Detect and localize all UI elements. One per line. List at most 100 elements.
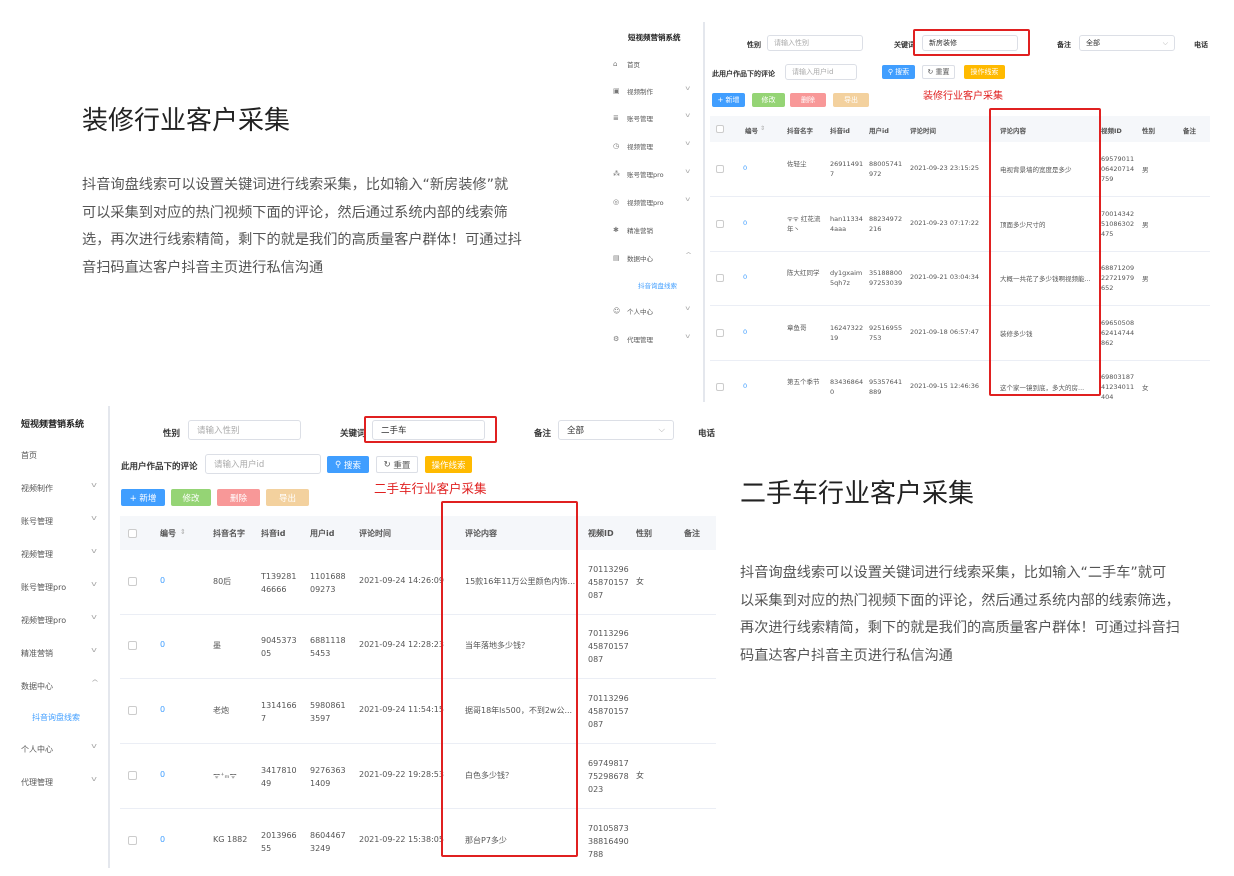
sitemap-icon: ⁂ xyxy=(613,170,620,178)
sidebar: 短视频营销系统 首页 视频制作 v 账号管理 v 视频管理 v 账号管理pro v 视频管理pro… xyxy=(14,406,110,868)
nav-label: 代理管理 xyxy=(627,336,653,344)
row-checkbox[interactable] xyxy=(716,383,724,391)
cell-uid: 59808613597 xyxy=(310,701,346,723)
chevron-down-icon: v xyxy=(91,646,97,654)
export-button[interactable]: 导出 xyxy=(266,489,309,506)
note-select-value: 全部 xyxy=(1086,39,1100,47)
chevron-down-icon: ⌵ xyxy=(1162,38,1168,47)
note-select-value: 全部 xyxy=(567,426,585,436)
row-checkbox[interactable] xyxy=(716,220,724,228)
nav-item-8[interactable]: 抖音询盘线索 xyxy=(32,712,80,723)
cell-uid: 95357641889 xyxy=(869,378,903,396)
edit-button[interactable]: 修改 xyxy=(171,489,211,506)
row-checkbox[interactable] xyxy=(128,706,137,715)
nav-item-10[interactable]: 代理管理 xyxy=(21,777,53,788)
search-button[interactable]: ⚲ 搜索 xyxy=(327,456,369,473)
row-checkbox[interactable] xyxy=(128,641,137,650)
row-checkbox[interactable] xyxy=(716,165,724,173)
cell-name: 80后 xyxy=(213,577,232,586)
row-checkbox[interactable] xyxy=(716,329,724,337)
add-button[interactable]: + 新增 xyxy=(712,93,745,107)
search-button[interactable]: ⚲ 搜索 xyxy=(882,65,915,79)
nav-item-5[interactable]: 视频管理pro xyxy=(21,615,66,626)
reset-button[interactable]: ↻ 重置 xyxy=(376,456,418,473)
sort-icon[interactable]: ⇕ xyxy=(180,528,186,536)
note-label: 备注 xyxy=(1057,41,1071,49)
select-all-checkbox[interactable] xyxy=(128,529,137,538)
nav-item-0[interactable]: ⌂ 首页 xyxy=(613,58,703,70)
user-id-input[interactable]: 请输入用户id xyxy=(785,64,857,80)
cell-num: 0 xyxy=(743,382,748,390)
reset-button[interactable]: ↻ 重置 xyxy=(922,65,955,79)
cell-video-id: 7011329645870157087 xyxy=(588,629,629,664)
row-checkbox[interactable] xyxy=(128,771,137,780)
cell-num: 0 xyxy=(743,328,748,336)
cell-video-id: 7010587338816490788 xyxy=(588,824,629,859)
screenshot-used-car: 短视频营销系统 首页 视频制作 v 账号管理 v 视频管理 v 账号管理pro v 视频管理pro… xyxy=(14,406,716,868)
cell-gender: 女 xyxy=(636,771,644,780)
row-divider xyxy=(120,614,716,615)
sort-icon[interactable]: ⇕ xyxy=(760,125,765,132)
nav-item-4[interactable]: 账号管理pro xyxy=(21,582,66,593)
column-header-3: 用户id xyxy=(869,127,889,135)
cell-gender: 男 xyxy=(1142,275,1149,283)
chevron-down-icon: v xyxy=(91,514,97,522)
column-header-4: 评论时间 xyxy=(359,529,391,538)
row-checkbox[interactable] xyxy=(716,274,724,282)
phone-label: 电话 xyxy=(698,429,716,439)
reset-icon: ↻ xyxy=(383,459,394,470)
user-works-label: 此用户作品下的评论 xyxy=(712,70,775,78)
nav-item-0[interactable]: 首页 xyxy=(21,450,37,461)
note-select[interactable]: 全部 ⌵ xyxy=(558,420,674,440)
screenshot-renovation: 短视频营销系统 ⌂ 首页 ▣ 视频制作 v ≣ 账号管理 v ◷ 视频管理 v ⁂ 账号管理pro v ◎ 视… xyxy=(604,22,1210,402)
column-header-3: 用户id xyxy=(310,529,335,538)
reset-button-label: 重置 xyxy=(935,68,950,76)
gender-input[interactable]: 请输入性别 xyxy=(767,35,863,51)
chevron-down-icon: v xyxy=(685,196,691,203)
nav-item-8[interactable]: 抖音询盘线索 xyxy=(638,280,677,290)
nav-label: 精准营销 xyxy=(627,227,653,235)
row-checkbox[interactable] xyxy=(128,577,137,586)
cell-uid: 86044673249 xyxy=(310,831,346,853)
column-header-7: 性别 xyxy=(636,529,652,538)
row-checkbox[interactable] xyxy=(128,836,137,845)
nav-item-6[interactable]: ✱ 精准营销 xyxy=(613,224,703,236)
nav-item-6[interactable]: 精准营销 xyxy=(21,648,53,659)
annotation-label: 二手车行业客户采集 xyxy=(374,481,487,496)
cell-name: 老炮 xyxy=(213,706,229,715)
nav-label: 个人中心 xyxy=(627,308,653,316)
nav-label: 首页 xyxy=(627,61,640,69)
user-id-input[interactable]: 请输入用户id xyxy=(205,454,321,474)
target-icon: ◎ xyxy=(613,198,620,206)
search-button-label: 搜索 xyxy=(895,68,910,76)
export-leads-button[interactable]: 操作线索 xyxy=(964,65,1005,79)
list-icon: ≣ xyxy=(613,114,619,122)
gender-input[interactable]: 请输入性别 xyxy=(188,420,301,440)
nav-item-7[interactable]: 数据中心 xyxy=(21,681,53,692)
nav-item-2[interactable]: 账号管理 xyxy=(21,516,53,527)
cell-dyid: dy1gxaim5qh7z xyxy=(830,269,863,287)
nav-item-3[interactable]: 视频管理 xyxy=(21,549,53,560)
cell-video-id: 6887120922721979652 xyxy=(1101,264,1135,292)
chevron-down-icon: v xyxy=(91,547,97,555)
select-all-checkbox[interactable] xyxy=(716,125,724,133)
cell-name: 墨 xyxy=(213,641,221,650)
nav-item-1[interactable]: 视频制作 xyxy=(21,483,53,494)
export-leads-button[interactable]: 操作线索 xyxy=(425,456,472,473)
cell-video-id: 6980318741234011404 xyxy=(1101,373,1135,401)
cell-dyid: 201396655 xyxy=(261,831,297,853)
column-header-8: 备注 xyxy=(1183,127,1196,135)
export-button[interactable]: 导出 xyxy=(833,93,869,107)
chevron-down-icon: ⌵ xyxy=(658,425,665,435)
delete-button[interactable]: 删除 xyxy=(790,93,826,107)
note-select[interactable]: 全部 ⌵ xyxy=(1079,35,1175,51)
chevron-down-icon: v xyxy=(685,305,691,312)
nav-item-9[interactable]: 个人中心 xyxy=(21,744,53,755)
column-header-2: 抖音id xyxy=(261,529,286,538)
cell-time: 2021-09-21 03:04:34 xyxy=(910,273,980,281)
add-button[interactable]: + 新增 xyxy=(121,489,165,506)
delete-button[interactable]: 删除 xyxy=(217,489,260,506)
edit-button[interactable]: 修改 xyxy=(752,93,785,107)
cell-name: 佐轻尘 xyxy=(787,160,807,168)
keyword-label: 关键词 xyxy=(340,429,366,439)
